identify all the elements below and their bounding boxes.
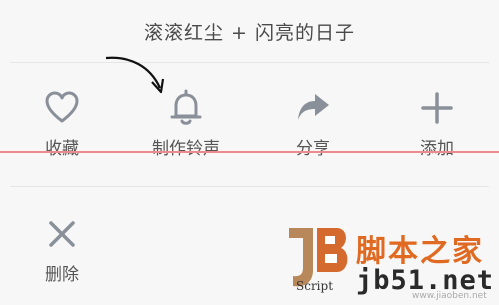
share-button[interactable]: 分享 <box>263 88 363 159</box>
add-label: 添加 <box>420 139 454 159</box>
watermark-name: 脚本之家 <box>356 234 484 269</box>
share-label: 分享 <box>296 139 330 159</box>
divider-bottom <box>10 186 489 187</box>
delete-label: 删除 <box>45 265 79 285</box>
favorite-label: 收藏 <box>45 139 79 159</box>
close-icon <box>49 221 75 247</box>
heart-icon <box>45 91 79 123</box>
divider-top <box>10 62 489 63</box>
share-arrow-icon <box>298 94 329 120</box>
watermark-script-text: Script <box>296 279 334 293</box>
delete-button[interactable]: 删除 <box>12 214 112 285</box>
song-title: 滚滚红尘 + 闪亮的日子 <box>144 22 355 44</box>
add-button[interactable]: 添加 <box>387 88 487 159</box>
bell-icon <box>170 89 202 125</box>
make-ringtone-button[interactable]: 制作铃声 <box>136 88 236 159</box>
make-ringtone-label: 制作铃声 <box>152 139 220 159</box>
favorite-button[interactable]: 收藏 <box>12 88 112 159</box>
annotation-line <box>0 151 499 153</box>
plus-icon <box>421 92 453 124</box>
watermark-small-url: www.jiaoben.net <box>412 291 487 301</box>
